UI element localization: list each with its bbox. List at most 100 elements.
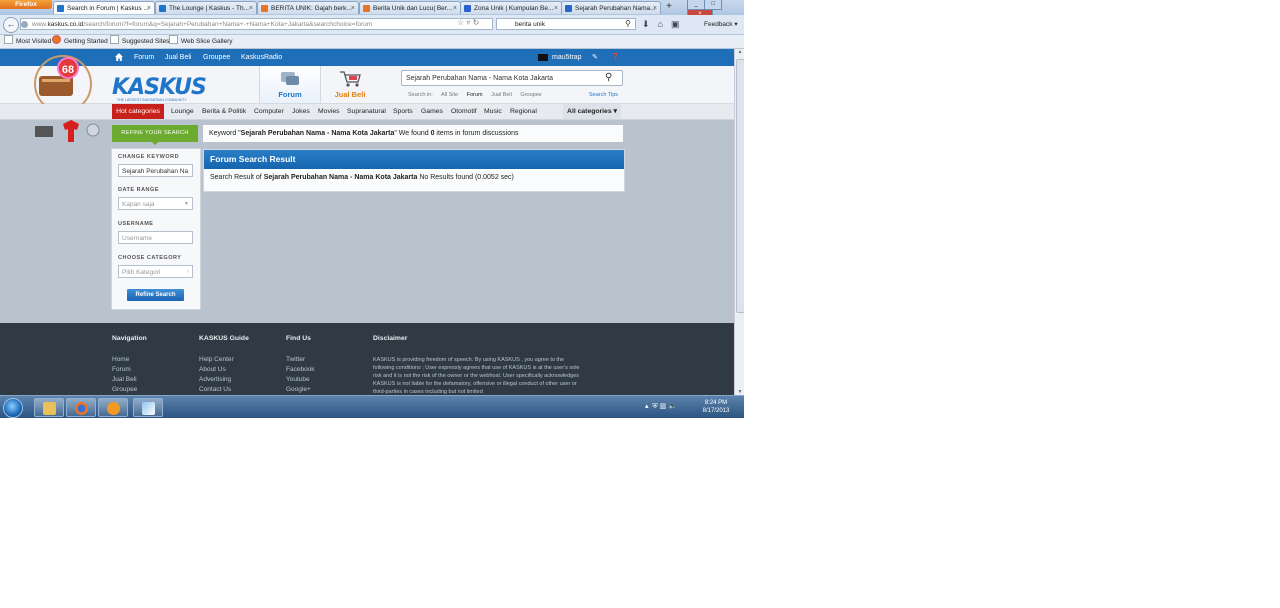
close-tab-icon[interactable]: ×: [249, 2, 253, 14]
browser-tab[interactable]: The Lounge | Kaskus - Th... ×: [155, 1, 257, 14]
search-icon[interactable]: ⚲: [605, 72, 612, 83]
browser-tab[interactable]: Zona Unik | Kumpulan Be... ×: [460, 1, 562, 14]
taskbar-media-player[interactable]: [98, 398, 128, 417]
topnav-forum-link[interactable]: Forum: [134, 49, 154, 66]
category-otomotif[interactable]: Otomotif: [451, 104, 477, 119]
search-in-jual-beli[interactable]: Jual Beli: [491, 92, 512, 98]
footer-link-jual-beli[interactable]: Jual Beli: [112, 376, 137, 383]
bookmark-most-visited[interactable]: Most Visited: [4, 35, 51, 48]
home-icon[interactable]: ⌂: [658, 19, 663, 29]
category-regional[interactable]: Regional: [510, 104, 537, 119]
maximize-icon[interactable]: □: [704, 0, 722, 10]
windows-start-button[interactable]: [3, 398, 23, 418]
feedback-button[interactable]: Feedback ▾: [704, 20, 738, 28]
search-in-all-site[interactable]: All Site: [441, 92, 458, 98]
kaskus-favicon-icon: [57, 5, 64, 12]
category-movies[interactable]: Movies: [318, 104, 340, 119]
chevron-down-icon: ▼: [184, 201, 189, 207]
date-range-select[interactable]: Kapan saja ▼: [118, 197, 193, 210]
minimize-icon[interactable]: _: [687, 0, 705, 10]
category-games[interactable]: Games: [421, 104, 443, 119]
url-bar-actions: ☆ ▿ ↻: [457, 18, 479, 27]
category-computer[interactable]: Computer: [254, 104, 284, 119]
close-tab-icon[interactable]: ×: [453, 2, 457, 14]
reload-icon[interactable]: ↻: [473, 18, 480, 27]
taskbar-paint[interactable]: [133, 398, 163, 417]
scrollbar-thumb[interactable]: [736, 59, 744, 313]
search-tips-link[interactable]: Search Tips: [589, 92, 618, 98]
taskbar-explorer[interactable]: [34, 398, 64, 417]
close-tab-icon[interactable]: ×: [653, 2, 657, 14]
browser-tab[interactable]: Search in Forum | Kaskus ... ×: [53, 1, 155, 14]
refine-search-button[interactable]: Refine Search: [127, 289, 184, 301]
username-link[interactable]: mau5trap: [552, 49, 582, 66]
site-identity-icon[interactable]: [21, 21, 28, 28]
search-in-groupee[interactable]: Groupee: [520, 92, 541, 98]
footer-link-twitter[interactable]: Twitter: [286, 356, 305, 363]
new-tab-button[interactable]: +: [662, 1, 676, 14]
browser-tab[interactable]: Sejarah Perubahan Nama... ×: [561, 1, 661, 14]
kaskus-logo[interactable]: KASKUS: [112, 75, 207, 100]
footer-link-groupee[interactable]: Groupee: [112, 386, 137, 393]
page-scrollbar[interactable]: ▲ ▼: [734, 49, 744, 395]
show-hidden-icons-icon[interactable]: ▴: [645, 403, 649, 410]
category-music[interactable]: Music: [484, 104, 502, 119]
footer-link-help-center[interactable]: Help Center: [199, 356, 234, 363]
footer-link-contact-us[interactable]: Contact Us: [199, 386, 231, 393]
url-bar[interactable]: www.kaskus.co.id/search/forum?f=forum&q=…: [20, 18, 493, 30]
close-tab-icon[interactable]: ×: [351, 2, 355, 14]
bookmark-suggested-sites[interactable]: Suggested Sites: [110, 35, 169, 48]
footer-link-home[interactable]: Home: [112, 356, 129, 363]
window-controls: _ □×: [687, 0, 744, 20]
search-icon[interactable]: ⚲: [625, 19, 631, 28]
username-input[interactable]: Username: [118, 231, 193, 244]
footer-link-youtube[interactable]: Youtube: [286, 376, 310, 383]
url-dropdown-icon[interactable]: ▿: [466, 18, 470, 27]
browser-search-input[interactable]: berita unik: [496, 18, 636, 30]
home-icon[interactable]: [115, 53, 123, 61]
footer-link-forum[interactable]: Forum: [112, 366, 131, 373]
help-icon[interactable]: ❓: [611, 49, 620, 66]
addon-bar-icon[interactable]: ▣: [671, 19, 680, 29]
site-search-input[interactable]: Sejarah Perubahan Nama - Nama Kota Jakar…: [401, 70, 623, 86]
header-tab-jual-beli[interactable]: Jual Beli: [320, 66, 380, 103]
category-jokes[interactable]: Jokes: [292, 104, 310, 119]
site-favicon-icon: [464, 5, 471, 12]
bookmark-getting-started[interactable]: Getting Started: [52, 35, 108, 48]
hot-categories-label[interactable]: Hot categories: [112, 104, 164, 119]
all-categories-dropdown[interactable]: All categories ▾: [563, 104, 621, 119]
back-arrow-icon[interactable]: ←: [3, 17, 19, 33]
browser-tab[interactable]: BERITA UNIK: Gajah berk... ×: [257, 1, 359, 14]
taskbar-firefox[interactable]: [66, 398, 96, 417]
search-in-forum[interactable]: Forum: [467, 92, 483, 98]
category-select[interactable]: Pilih Kategori ›: [118, 265, 193, 278]
taskbar-clock[interactable]: 8:24 PM 8/17/2013: [697, 399, 735, 415]
footer-link-facebook[interactable]: Facebook: [286, 366, 315, 373]
keyword-input[interactable]: Sejarah Perubahan Na: [118, 164, 193, 177]
close-tab-icon[interactable]: ×: [147, 2, 151, 14]
antivirus-icon[interactable]: ⛨: [652, 403, 657, 410]
network-icon[interactable]: ▥: [660, 403, 667, 410]
footer-link-advertising[interactable]: Advertising: [199, 376, 231, 383]
firefox-menu-button[interactable]: Firefox: [0, 0, 52, 9]
footer-navigation-title: Navigation: [112, 335, 147, 342]
browser-tab[interactable]: Berita Unik dan Lucu| Ber... ×: [359, 1, 461, 14]
download-icon[interactable]: ⬇: [642, 19, 650, 29]
category-lounge[interactable]: Lounge: [171, 104, 194, 119]
footer-link-google-plus[interactable]: Google+: [286, 386, 311, 393]
avatar[interactable]: [538, 54, 548, 61]
edit-pencil-icon[interactable]: ✎: [592, 49, 598, 66]
topnav-groupee-link[interactable]: Groupee: [203, 49, 230, 66]
footer-link-about-us[interactable]: About Us: [199, 366, 226, 373]
category-supranatural[interactable]: Supranatural: [347, 104, 386, 119]
bookmark-web-slice-gallery[interactable]: Web Slice Gallery: [169, 35, 233, 48]
category-sports[interactable]: Sports: [393, 104, 413, 119]
close-tab-icon[interactable]: ×: [554, 2, 558, 14]
volume-icon[interactable]: 🔈: [668, 403, 677, 410]
scroll-up-arrow-icon[interactable]: ▲: [735, 49, 744, 55]
bookmark-star-icon[interactable]: ☆: [457, 18, 464, 27]
category-berita-politik[interactable]: Berita & Politik: [202, 104, 246, 119]
header-tab-forum[interactable]: Forum: [259, 66, 321, 103]
topnav-jual-beli-link[interactable]: Jual Beli: [165, 49, 191, 66]
topnav-kaskusradio-link[interactable]: KaskusRadio: [241, 49, 282, 66]
